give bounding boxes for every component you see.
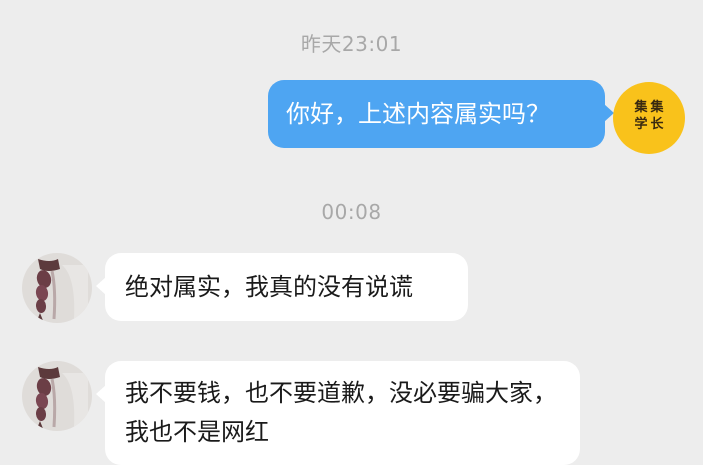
avatar-logo-text-right: 集长: [650, 100, 664, 132]
contact-avatar[interactable]: [22, 253, 92, 323]
braided-hair-avatar-icon: [35, 259, 88, 323]
avatar-logo-text-left: 集学: [634, 100, 648, 132]
incoming-message-text: 绝对属实，我真的没有说谎: [125, 273, 413, 301]
outgoing-message-bubble[interactable]: 你好，上述内容属实吗？: [268, 80, 614, 148]
braided-hair-avatar-icon: [35, 367, 88, 431]
incoming-message-bubble[interactable]: 绝对属实，我真的没有说谎: [96, 253, 468, 321]
incoming-message-bubble[interactable]: 我不要钱，也不要道歉，没必要骗大家，我也不是网红: [96, 361, 580, 465]
chat-timestamp: 00:08: [321, 200, 382, 224]
my-avatar[interactable]: 集学 集长: [613, 82, 685, 154]
contact-avatar[interactable]: [22, 361, 92, 431]
chat-timestamp: 昨天23:01: [300, 32, 403, 56]
incoming-message-text: 我不要钱，也不要道歉，没必要骗大家，我也不是网红: [125, 379, 557, 446]
outgoing-message-text: 你好，上述内容属实吗？: [286, 100, 550, 128]
